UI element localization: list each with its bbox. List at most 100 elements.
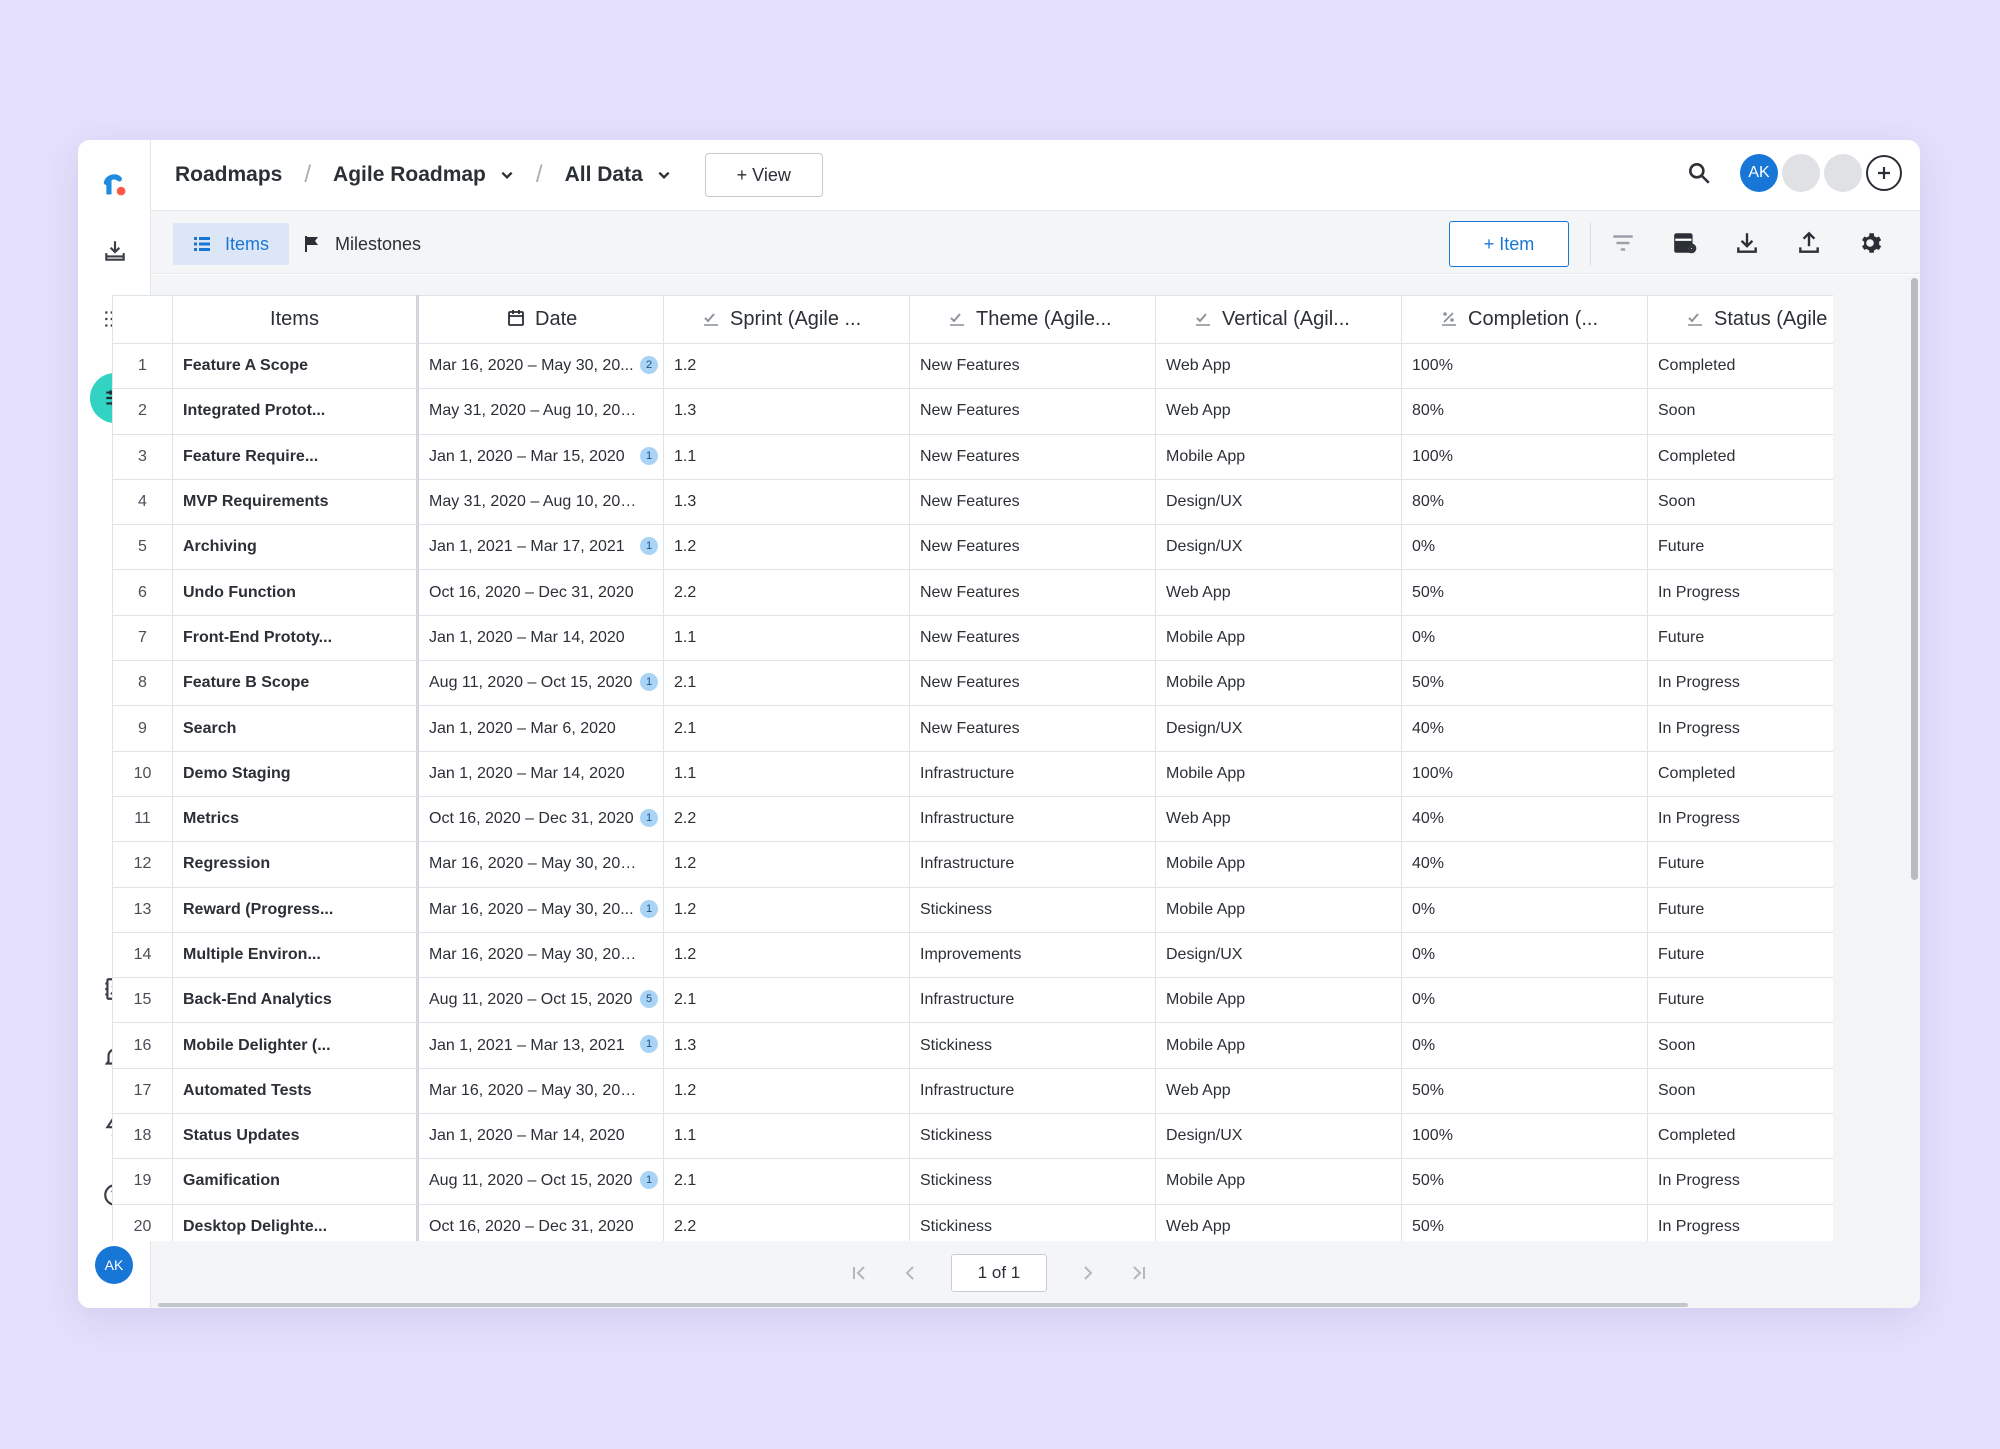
status-cell[interactable]: In Progress [1647,705,1833,752]
completion-cell[interactable]: 40% [1401,705,1648,752]
status-cell[interactable]: In Progress [1647,569,1833,616]
row-number[interactable]: 5 [112,524,173,571]
row-number[interactable]: 9 [112,705,173,752]
row-number[interactable]: 3 [112,433,173,480]
sprint-cell[interactable]: 1.3 [663,388,910,435]
sprint-cell[interactable]: 1.2 [663,342,910,390]
status-cell[interactable]: Future [1647,886,1833,933]
status-cell[interactable]: Completed [1647,433,1833,480]
theme-cell[interactable]: Stickiness [909,1158,1156,1205]
sprint-cell[interactable]: 1.2 [663,931,910,979]
row-number[interactable]: 4 [112,478,173,526]
table-row[interactable]: 14 Multiple Environ... Mar 16, 2020 – May … [112,931,1833,979]
vertical-cell[interactable]: Mobile App [1155,750,1402,797]
sprint-cell[interactable]: 1.3 [663,1022,910,1069]
table-row[interactable]: 16 Mobile Delighter (... Jan 1, 2021 – Mar… [112,1022,1833,1069]
sprint-cell[interactable]: 2.1 [663,977,910,1024]
date-cell[interactable]: May 31, 2020 – Aug 10, 2020 [417,388,664,435]
last-page-button[interactable] [1124,1258,1154,1288]
item-name-cell[interactable]: Demo Staging [172,750,419,797]
theme-cell[interactable]: New Features [909,569,1156,616]
vertical-cell[interactable]: Web App [1155,1067,1402,1115]
completion-cell[interactable]: 50% [1401,1067,1648,1115]
vertical-cell[interactable]: Design/UX [1155,705,1402,752]
row-number[interactable]: 16 [112,1022,173,1069]
date-cell[interactable]: Jan 1, 2020 – Mar 15, 2020 1 [417,433,664,480]
vertical-cell[interactable]: Design/UX [1155,1113,1402,1160]
table-row[interactable]: 11 Metrics Oct 16, 2020 – Dec 31, 2020 1 2.2… [112,795,1833,843]
roadmunk-logo-icon[interactable] [92,162,138,208]
item-name-cell[interactable]: Back-End Analytics [172,977,419,1024]
table-row[interactable]: 13 Reward (Progress... Mar 16, 2020 – May … [112,886,1833,933]
theme-cell[interactable]: New Features [909,342,1156,390]
theme-cell[interactable]: New Features [909,524,1156,571]
dependency-count-badge[interactable]: 1 [640,673,658,692]
status-cell[interactable]: Future [1647,524,1833,571]
item-name-cell[interactable]: Front-End Prototy... [172,614,419,662]
item-name-cell[interactable]: Desktop Delighte... [172,1203,419,1241]
status-cell[interactable]: Future [1647,841,1833,888]
theme-cell[interactable]: Infrastructure [909,977,1156,1024]
row-number[interactable]: 6 [112,569,173,616]
column-header-sprint[interactable]: Sprint (Agile ... [663,295,910,344]
completion-cell[interactable]: 0% [1401,524,1648,571]
format-icon[interactable] [1671,229,1699,257]
item-name-cell[interactable]: Automated Tests [172,1067,419,1115]
sprint-cell[interactable]: 2.1 [663,660,910,707]
date-cell[interactable]: Jan 1, 2020 – Mar 14, 2020 [417,614,664,662]
item-name-cell[interactable]: Undo Function [172,569,419,616]
import-icon[interactable] [92,228,138,274]
status-cell[interactable]: Soon [1647,1067,1833,1115]
date-cell[interactable]: Mar 16, 2020 – May 30, 20... 2 [417,342,664,390]
theme-cell[interactable]: New Features [909,433,1156,480]
download-icon[interactable] [1733,229,1761,257]
column-header-status[interactable]: Status (Agile [1647,295,1833,344]
completion-cell[interactable]: 0% [1401,977,1648,1024]
vertical-cell[interactable]: Mobile App [1155,841,1402,888]
date-cell[interactable]: Mar 16, 2020 – May 30, 2020 [417,931,664,979]
status-cell[interactable]: In Progress [1647,1203,1833,1241]
column-header-items[interactable]: Items [172,295,419,344]
collaborator-avatar[interactable]: AK [1740,154,1778,192]
breadcrumb-view-dropdown[interactable]: All Data [565,163,671,187]
row-number[interactable]: 2 [112,388,173,435]
vertical-cell[interactable]: Web App [1155,388,1402,435]
theme-cell[interactable]: Improvements [909,931,1156,979]
table-row[interactable]: 7 Front-End Prototy... Jan 1, 2020 – Mar 1… [112,614,1833,662]
status-cell[interactable]: In Progress [1647,795,1833,843]
vertical-cell[interactable]: Mobile App [1155,977,1402,1024]
row-number[interactable]: 18 [112,1113,173,1160]
row-number[interactable]: 15 [112,977,173,1024]
row-number[interactable]: 13 [112,886,173,933]
completion-cell[interactable]: 80% [1401,388,1648,435]
date-cell[interactable]: Oct 16, 2020 – Dec 31, 2020 1 [417,795,664,843]
date-cell[interactable]: Jan 1, 2020 – Mar 6, 2020 [417,705,664,752]
completion-cell[interactable]: 100% [1401,750,1648,797]
item-name-cell[interactable]: Archiving [172,524,419,571]
completion-cell[interactable]: 0% [1401,614,1648,662]
vertical-cell[interactable]: Web App [1155,795,1402,843]
theme-cell[interactable]: New Features [909,388,1156,435]
theme-cell[interactable]: New Features [909,614,1156,662]
vertical-cell[interactable]: Mobile App [1155,1022,1402,1069]
theme-cell[interactable]: Stickiness [909,1203,1156,1241]
completion-cell[interactable]: 100% [1401,433,1648,480]
table-row[interactable]: 12 Regression Mar 16, 2020 – May 30, 2020 1… [112,841,1833,888]
first-page-button[interactable] [844,1258,874,1288]
sprint-cell[interactable]: 1.2 [663,1067,910,1115]
collaborator-avatar-placeholder[interactable] [1782,154,1820,192]
item-name-cell[interactable]: Feature B Scope [172,660,419,707]
vertical-cell[interactable]: Mobile App [1155,660,1402,707]
theme-cell[interactable]: Infrastructure [909,841,1156,888]
vertical-cell[interactable]: Design/UX [1155,524,1402,571]
dependency-count-badge[interactable]: 1 [640,446,658,465]
vertical-cell[interactable]: Web App [1155,1203,1402,1241]
filter-icon[interactable] [1609,229,1637,257]
theme-cell[interactable]: New Features [909,478,1156,526]
row-number[interactable]: 11 [112,795,173,843]
status-cell[interactable]: In Progress [1647,660,1833,707]
theme-cell[interactable]: Infrastructure [909,750,1156,797]
dependency-count-badge[interactable]: 1 [640,899,658,918]
status-cell[interactable]: Completed [1647,342,1833,390]
date-cell[interactable]: May 31, 2020 – Aug 10, 2020 [417,478,664,526]
